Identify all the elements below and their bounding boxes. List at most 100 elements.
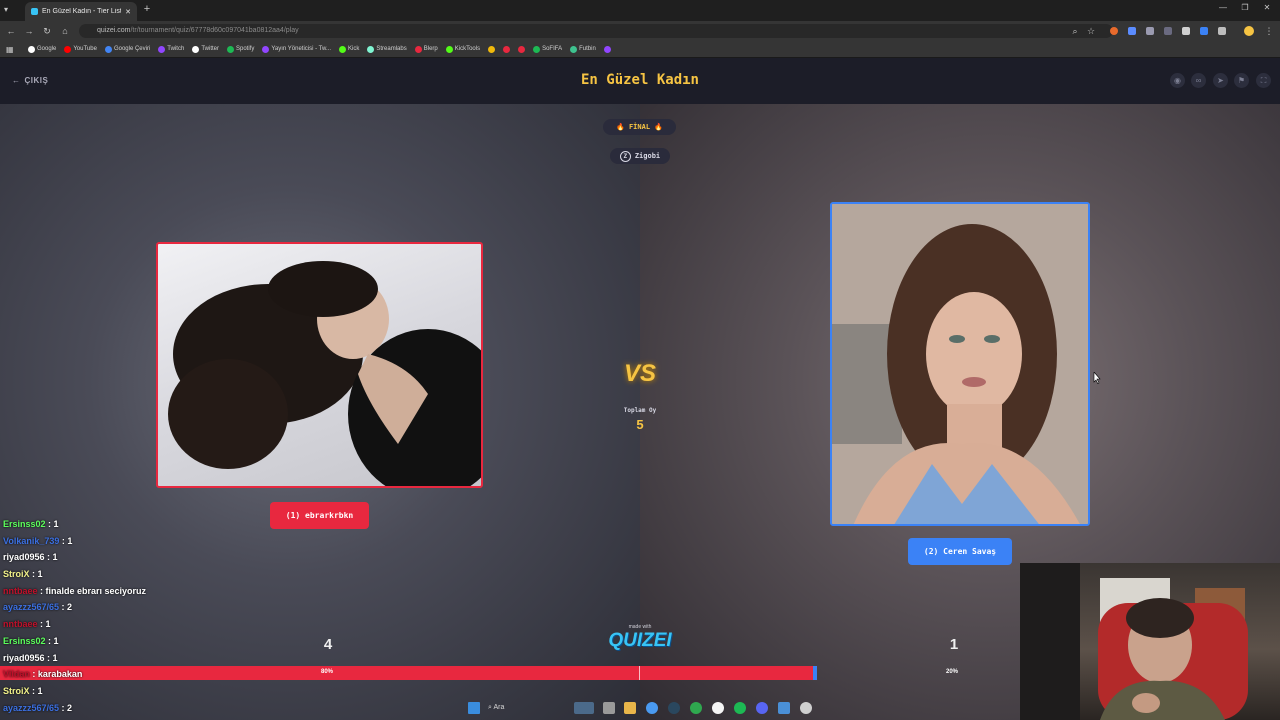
new-tab-button[interactable]: + <box>141 3 153 17</box>
bookmark-item[interactable]: Streamlabs <box>367 45 407 53</box>
creator-avatar: Z <box>619 150 631 162</box>
tab-close-icon[interactable]: ✕ <box>125 8 131 16</box>
task-view-icon[interactable] <box>603 702 615 714</box>
settings-gear-icon[interactable] <box>800 702 812 714</box>
creator-badge[interactable]: Z Zigobi <box>610 148 670 164</box>
vote-left-button[interactable]: (1) ebrarkrbkn <box>270 502 369 529</box>
bookmark-favicon-icon <box>104 45 112 53</box>
bookmark-item[interactable] <box>518 45 526 53</box>
eye-icon[interactable]: ◉ <box>1170 73 1185 88</box>
bookmark-item[interactable]: Kick <box>339 45 359 53</box>
chat-username: ayazzz567/65 <box>3 602 60 613</box>
bookmark-star-icon[interactable]: ☆ <box>1084 24 1098 38</box>
bookmark-item[interactable]: Twitch <box>158 45 184 53</box>
bookmark-favicon-icon <box>339 45 347 53</box>
fullscreen-icon[interactable]: ⛶ <box>1256 73 1271 88</box>
streamer-webcam <box>1020 563 1280 720</box>
obs-icon[interactable] <box>712 702 724 714</box>
bookmark-label: Google <box>37 46 57 52</box>
bookmark-item[interactable]: Google Çeviri <box>104 45 150 53</box>
bookmark-item[interactable] <box>503 45 511 53</box>
chat-text: : 1 <box>45 519 59 529</box>
extension-icon[interactable] <box>1200 27 1208 35</box>
spotify-icon[interactable] <box>734 702 746 714</box>
bookmark-label: Futbin <box>579 46 596 52</box>
bookmark-favicon-icon <box>158 45 166 53</box>
quizei-logo[interactable]: QUIZEI <box>600 630 680 652</box>
minimize-icon[interactable]: — <box>1214 3 1232 17</box>
chrome-icon[interactable] <box>646 702 658 714</box>
extension-icon[interactable] <box>1128 27 1136 35</box>
bookmark-favicon-icon <box>192 45 200 53</box>
link-icon[interactable]: ∞ <box>1191 73 1206 88</box>
discord-icon[interactable] <box>756 702 768 714</box>
chat-text: : 1 <box>59 535 73 546</box>
contestant-left-image[interactable] <box>156 242 483 488</box>
vote-right-button[interactable]: (2) Ceren Savaş <box>908 538 1012 565</box>
chat-username: ayazzz567/65 <box>3 702 60 713</box>
reload-icon[interactable]: ↻ <box>40 24 54 38</box>
chat-text: : finalde ebrarı seciyoruz <box>37 585 147 596</box>
bookmark-favicon-icon <box>28 45 35 53</box>
bookmark-favicon-icon <box>367 45 375 53</box>
extension-icon[interactable] <box>1146 27 1154 35</box>
file-explorer-icon[interactable] <box>624 702 636 714</box>
apps-grid-icon[interactable]: ▦ <box>6 45 15 54</box>
forward-arrow-icon[interactable]: → <box>22 24 36 38</box>
xbox-icon[interactable] <box>690 702 702 714</box>
chat-text: : 1 <box>37 619 51 630</box>
bookmark-label: Spotify <box>235 46 255 52</box>
browser-tab-active[interactable]: En Güzel Kadın - Tier List, Kör S ✕ <box>25 2 137 21</box>
bookmark-label: SoFIFA <box>542 46 563 52</box>
exit-button[interactable]: ← ÇIKIŞ <box>12 76 48 85</box>
bookmark-item[interactable]: SoFIFA <box>533 45 563 53</box>
chat-message: ayazzz567/65 : 2 <box>3 602 263 619</box>
address-bar[interactable]: quizei.com/tr/tournament/quiz/67778d60c0… <box>79 24 1113 38</box>
extension-icon[interactable] <box>1182 27 1190 35</box>
zoom-icon[interactable]: ⌕ <box>1068 24 1082 38</box>
chat-username: StroiX <box>3 685 30 696</box>
bookmark-item[interactable]: YouTube <box>64 45 97 53</box>
webcam-feed <box>1020 563 1248 720</box>
bookmark-item[interactable]: Spotify <box>226 45 255 53</box>
flag-icon[interactable]: ⚑ <box>1234 73 1249 88</box>
chat-message: Vildan : karabakan <box>3 669 263 686</box>
bookmark-favicon-icon <box>533 45 541 53</box>
bookmark-item[interactable]: Twitter <box>192 45 219 53</box>
chat-username: Vildan <box>3 669 30 680</box>
photos-icon[interactable] <box>778 702 790 714</box>
chat-text: : 1 <box>44 652 58 663</box>
taskbar-widget-icon[interactable] <box>574 702 594 714</box>
contestant-right-photo <box>832 204 1088 524</box>
chat-username: riyad0956 <box>3 552 45 563</box>
chat-message: riyad0956 : 1 <box>3 552 263 569</box>
chat-username: nntbaee <box>3 619 38 630</box>
profile-avatar[interactable] <box>1244 26 1254 36</box>
menu-kebab-icon[interactable]: ⋮ <box>1262 24 1276 38</box>
quiz-title: En Güzel Kadın <box>580 72 699 88</box>
chat-text: : 2 <box>59 702 73 713</box>
back-arrow-icon[interactable]: ← <box>4 24 18 38</box>
close-window-icon[interactable]: ✕ <box>1258 3 1276 17</box>
contestant-right-image[interactable] <box>830 202 1090 526</box>
extensions-puzzle-icon[interactable] <box>1218 27 1226 35</box>
home-icon[interactable]: ⌂ <box>58 24 72 38</box>
bookmark-item[interactable]: Yayın Yöneticisi - Tw... <box>262 45 331 53</box>
extension-icon[interactable] <box>1164 27 1172 35</box>
bookmark-item[interactable]: KickTools <box>445 45 480 53</box>
windows-start-icon[interactable] <box>468 702 480 714</box>
round-badge: 🔥 FİNAL 🔥 <box>603 119 676 135</box>
tab-search-icon[interactable]: ▾ <box>4 5 16 17</box>
chat-message: nntbaee : finalde ebrarı seciyoruz <box>3 586 263 603</box>
bookmark-item[interactable]: Futbin <box>570 45 596 53</box>
bookmark-item[interactable] <box>488 45 496 53</box>
bookmark-item[interactable] <box>603 45 611 53</box>
bookmark-item[interactable]: Blerp <box>414 45 438 53</box>
extension-icon[interactable] <box>1110 27 1118 35</box>
bookmark-item[interactable]: Google <box>28 45 57 53</box>
share-icon[interactable]: ➤ <box>1213 73 1228 88</box>
browser-tab-bar <box>0 0 1280 21</box>
steam-icon[interactable] <box>668 702 680 714</box>
taskbar-search[interactable]: ⌕ Ara <box>484 701 564 715</box>
maximize-icon[interactable]: ❐ <box>1236 3 1254 17</box>
